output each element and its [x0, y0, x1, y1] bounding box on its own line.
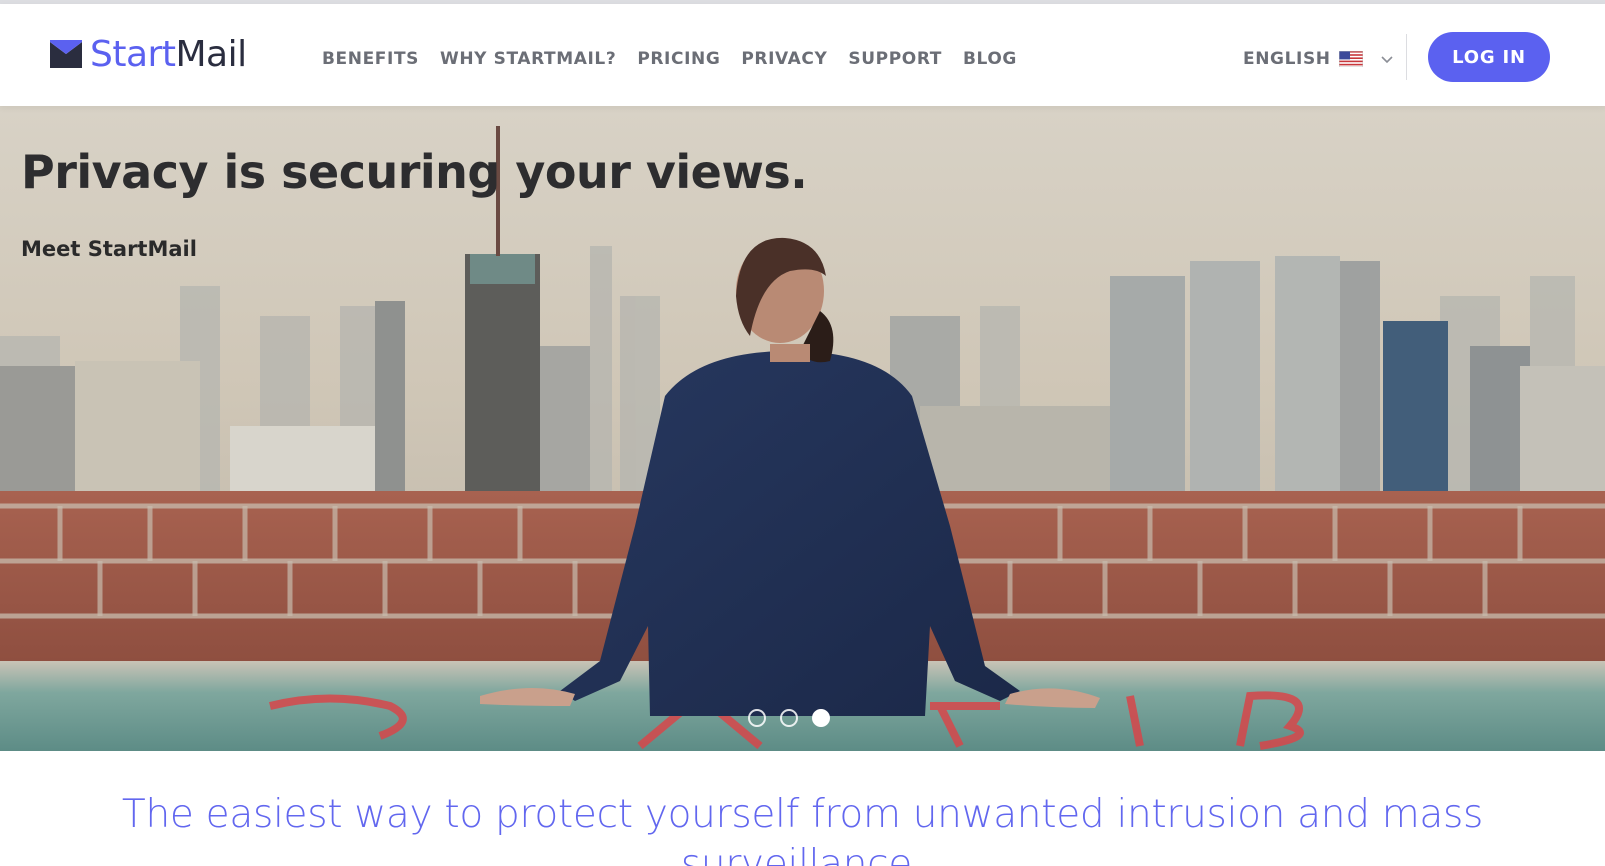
logo-wordmark: StartMail [90, 32, 247, 78]
carousel-dot-3[interactable] [812, 709, 830, 727]
nav-blog[interactable]: BLOG [963, 48, 1017, 70]
nav-benefits[interactable]: BENEFITS [322, 48, 419, 70]
logo-text-start: Start [90, 34, 176, 75]
carousel-dot-2[interactable] [780, 709, 798, 727]
carousel-dot-1[interactable] [748, 709, 766, 727]
envelope-icon [50, 40, 82, 68]
nav-pricing[interactable]: PRICING [637, 48, 720, 70]
tagline: The easiest way to protect yourself from… [121, 792, 1484, 866]
login-button[interactable]: LOG IN [1428, 32, 1550, 82]
hero-banner: Privacy is securing your views. Meet Sta… [0, 106, 1605, 751]
hero-image [0, 106, 1605, 751]
language-label: ENGLISH [1243, 49, 1331, 69]
nav-support[interactable]: SUPPORT [848, 48, 942, 70]
language-selector[interactable]: ENGLISH [1243, 48, 1395, 70]
nav-why-startmail[interactable]: WHY STARTMAIL? [440, 48, 616, 70]
hero-title: Privacy is securing your views. [21, 145, 808, 199]
carousel-dots [748, 709, 830, 727]
nav-privacy[interactable]: PRIVACY [741, 48, 827, 70]
chevron-down-icon [1381, 56, 1393, 64]
site-header: StartMail BENEFITS WHY STARTMAIL? PRICIN… [0, 4, 1605, 106]
logo-text-mail: Mail [175, 34, 247, 75]
hero-subtitle: Meet StartMail [21, 237, 197, 261]
header-divider [1406, 34, 1407, 80]
main-nav: BENEFITS WHY STARTMAIL? PRICING PRIVACY … [322, 48, 1017, 70]
us-flag-icon [1338, 51, 1363, 67]
startmail-logo[interactable]: StartMail [50, 32, 247, 78]
